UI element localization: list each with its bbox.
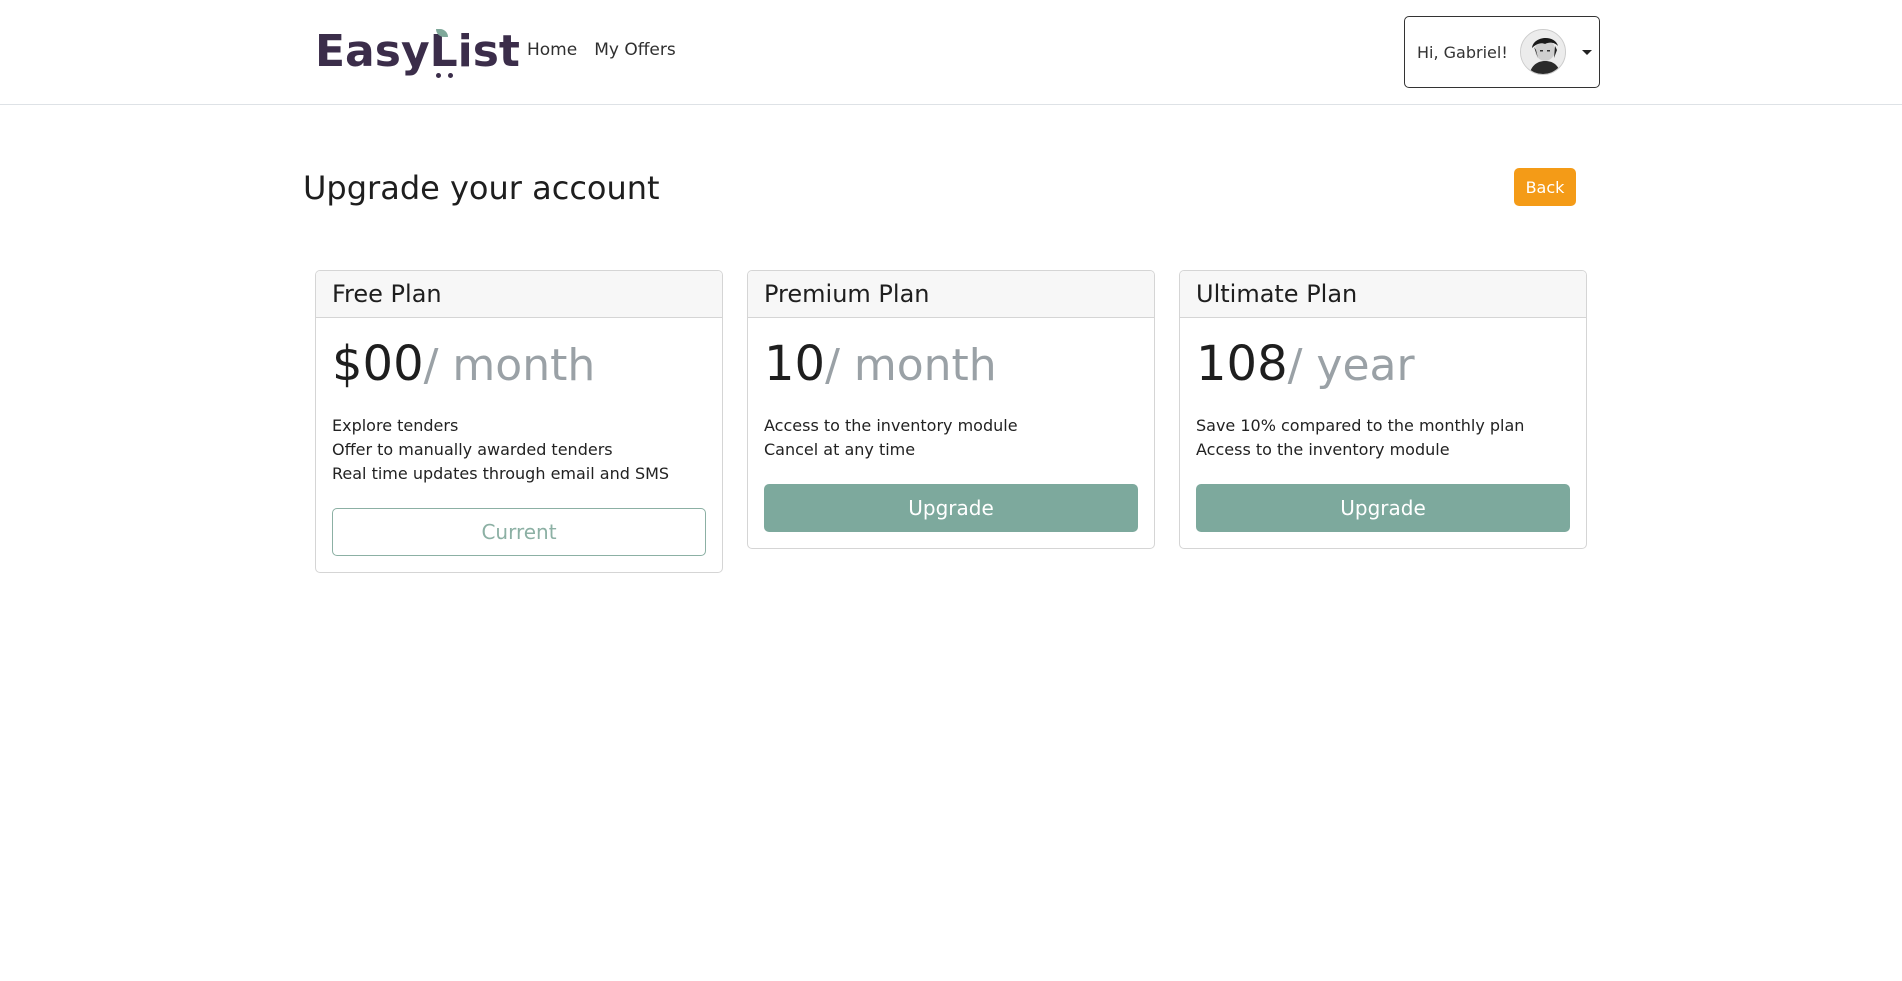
plan-card-free: Free Plan $00/ month Explore tenders Off… bbox=[315, 270, 723, 573]
feature-item: Cancel at any time bbox=[764, 440, 916, 459]
feature-item: Explore tenders bbox=[332, 416, 459, 435]
plan-name: Free Plan bbox=[316, 271, 722, 318]
nav-link-my-offers[interactable]: My Offers bbox=[594, 40, 676, 60]
plan-price: 108/ year bbox=[1196, 336, 1570, 394]
upgrade-ultimate-button[interactable]: Upgrade bbox=[1196, 484, 1570, 532]
price-period: / month bbox=[825, 340, 997, 391]
current-plan-button[interactable]: Current bbox=[332, 508, 706, 556]
plan-card-ultimate: Ultimate Plan 108/ year Save 10% compare… bbox=[1179, 270, 1587, 549]
feature-item: Offer to manually awarded tenders bbox=[332, 440, 613, 459]
nav-link-home[interactable]: Home bbox=[527, 40, 577, 60]
feature-list: Save 10% compared to the monthly plan Ac… bbox=[1196, 414, 1570, 462]
plan-name: Ultimate Plan bbox=[1180, 271, 1586, 318]
logo-text-list: List bbox=[429, 26, 520, 78]
avatar-image bbox=[1520, 30, 1565, 74]
top-navbar: Easy List Home My Offers Hi, Gabriel! bbox=[0, 0, 1902, 105]
feature-item: Save 10% compared to the monthly plan bbox=[1196, 416, 1525, 435]
user-menu-dropdown[interactable]: Hi, Gabriel! bbox=[1404, 16, 1600, 88]
price-amount: 10 bbox=[764, 336, 826, 392]
price-amount: $00 bbox=[332, 336, 424, 392]
price-period: / year bbox=[1287, 340, 1415, 391]
cart-wheels-icon bbox=[435, 72, 458, 78]
main-nav: Home My Offers bbox=[527, 40, 676, 60]
user-greeting: Hi, Gabriel! bbox=[1417, 42, 1508, 62]
back-button[interactable]: Back bbox=[1514, 168, 1576, 206]
plan-price: 10/ month bbox=[764, 336, 1138, 394]
price-amount: 108 bbox=[1196, 336, 1288, 392]
avatar bbox=[1519, 29, 1566, 75]
plan-card-premium: Premium Plan 10/ month Access to the inv… bbox=[747, 270, 1155, 549]
feature-list: Access to the inventory module Cancel at… bbox=[764, 414, 1138, 462]
feature-item: Real time updates through email and SMS bbox=[332, 464, 670, 483]
plan-price: $00/ month bbox=[332, 336, 706, 394]
feature-list: Explore tenders Offer to manually awarde… bbox=[332, 414, 706, 486]
feature-item: Access to the inventory module bbox=[764, 416, 1018, 435]
plan-name: Premium Plan bbox=[748, 271, 1154, 318]
chevron-down-icon bbox=[1581, 49, 1592, 55]
upgrade-premium-button[interactable]: Upgrade bbox=[764, 484, 1138, 532]
logo-text-easy: Easy bbox=[315, 26, 430, 77]
feature-item: Access to the inventory module bbox=[1196, 440, 1450, 459]
easylist-logo[interactable]: Easy List bbox=[315, 24, 520, 80]
page-title: Upgrade your account bbox=[303, 169, 660, 207]
price-period: / month bbox=[423, 340, 596, 391]
